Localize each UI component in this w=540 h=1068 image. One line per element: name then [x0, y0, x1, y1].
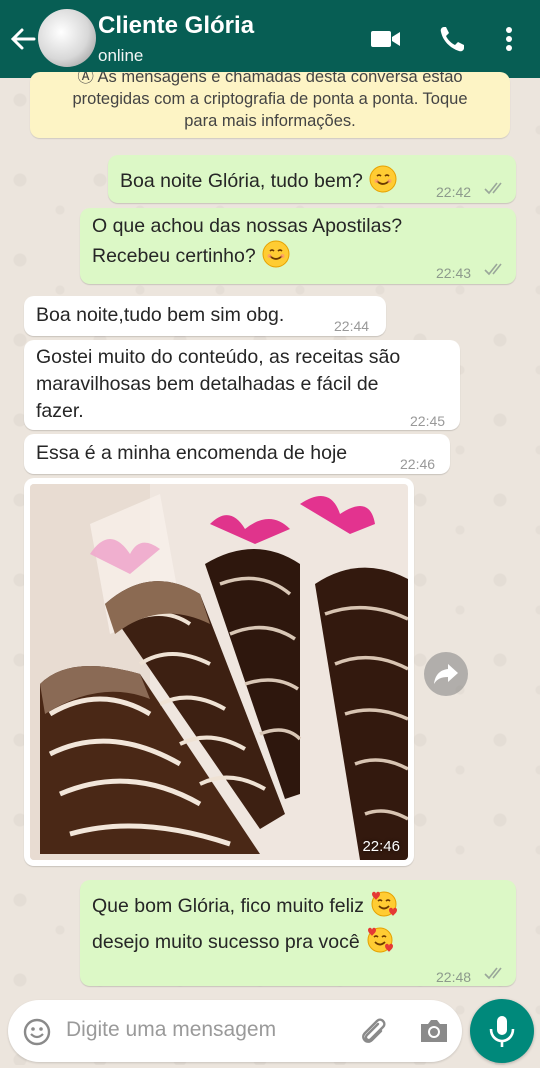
- message-text: Essa é a minha encomenda de hoje: [36, 442, 348, 464]
- chat-header: Cliente Glória online: [0, 0, 540, 78]
- emoji-icon[interactable]: [22, 1017, 52, 1047]
- smiling-face-icon: [369, 165, 397, 193]
- message-text: fazer.: [36, 400, 84, 422]
- back-arrow-icon[interactable]: [8, 24, 36, 54]
- message-text: Boa noite Glória, tudo bem?: [120, 170, 363, 192]
- notice-line-3: para mais informações.: [184, 112, 356, 130]
- read-receipt-icon: [484, 967, 502, 980]
- contact-name[interactable]: Cliente Glória: [98, 12, 254, 40]
- smiling-face-with-hearts-icon: [367, 927, 393, 953]
- message-input-bar[interactable]: Digite uma mensagem: [8, 1000, 462, 1062]
- message-text: desejo muito sucesso pra você: [92, 931, 360, 953]
- message-time: 22:42: [436, 184, 472, 200]
- message-text: Gostei muito do conteúdo, as receitas sã…: [36, 346, 401, 368]
- smiling-face-with-hearts-icon: [371, 891, 398, 917]
- camera-icon[interactable]: [418, 1017, 450, 1045]
- notice-line-2: protegidas com a criptografia de ponta a…: [72, 90, 468, 108]
- message-bubble-outgoing[interactable]: O que achou das nossas Apostilas? Recebe…: [80, 208, 516, 284]
- message-time: 22:44: [334, 318, 370, 334]
- message-bubble-incoming[interactable]: Gostei muito do conteúdo, as receitas sã…: [24, 340, 460, 430]
- video-call-icon[interactable]: [370, 24, 402, 54]
- chocolate-cones-image: [30, 484, 408, 860]
- read-receipt-icon: [484, 182, 502, 195]
- photo-time: 22:46: [362, 838, 400, 855]
- chat-photo[interactable]: 22:46: [30, 484, 408, 860]
- message-text: maravilhosas bem detalhadas e fácil de: [36, 373, 379, 395]
- message-bubble-incoming[interactable]: Boa noite,tudo bem sim obg. 22:44: [24, 296, 386, 336]
- mic-button[interactable]: [470, 999, 534, 1063]
- message-bubble-outgoing[interactable]: Que bom Glória, fico muito feliz desejo …: [80, 880, 516, 986]
- attach-icon[interactable]: [358, 1015, 388, 1047]
- mic-icon: [489, 1016, 515, 1047]
- message-text: O que achou das nossas Apostilas?: [92, 215, 403, 237]
- message-time: 22:48: [436, 969, 472, 985]
- smiling-face-icon: [262, 240, 290, 268]
- more-options-icon[interactable]: [500, 24, 518, 54]
- message-time: 22:46: [400, 456, 436, 472]
- forward-icon: [434, 664, 458, 684]
- message-text: Boa noite,tudo bem sim obg.: [36, 304, 285, 326]
- message-time: 22:45: [410, 413, 446, 429]
- forward-button[interactable]: [424, 652, 468, 696]
- read-receipt-icon: [484, 263, 502, 276]
- message-bubble-incoming[interactable]: Essa é a minha encomenda de hoje 22:46: [24, 434, 450, 474]
- notice-line-1: Ⓐ As mensagens e chamadas desta conversa…: [77, 72, 463, 86]
- message-text: Que bom Glória, fico muito feliz: [92, 895, 365, 917]
- message-bubble-outgoing[interactable]: Boa noite Glória, tudo bem? 22:42: [108, 155, 516, 203]
- contact-status: online: [98, 46, 144, 65]
- encryption-notice[interactable]: Ⓐ As mensagens e chamadas desta conversa…: [30, 72, 510, 138]
- message-time: 22:43: [436, 265, 472, 281]
- avatar[interactable]: [38, 9, 96, 67]
- message-input[interactable]: Digite uma mensagem: [66, 1018, 276, 1042]
- message-text: Recebeu certinho?: [92, 245, 256, 267]
- phone-icon[interactable]: [438, 24, 466, 54]
